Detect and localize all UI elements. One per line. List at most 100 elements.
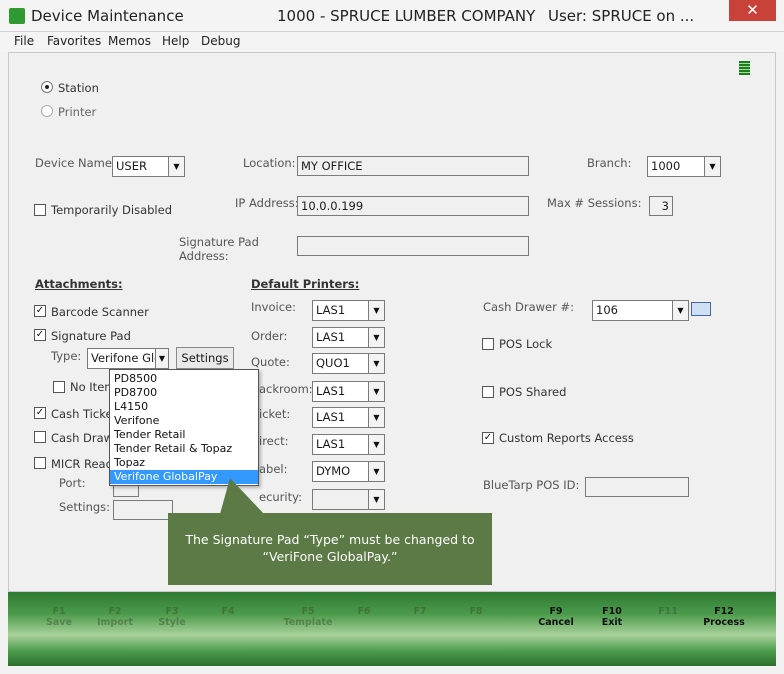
dropdown-option[interactable]: Topaz xyxy=(110,456,258,470)
cash-drawer-number-label: Cash Drawer #: xyxy=(483,300,575,314)
chevron-down-icon[interactable]: ▼ xyxy=(155,349,168,368)
custom-reports-checkbox[interactable]: ✓ xyxy=(482,432,494,444)
chevron-down-icon[interactable]: ▼ xyxy=(672,301,688,320)
attachments-heading: Attachments: xyxy=(35,277,123,291)
grid-icon[interactable] xyxy=(739,61,750,75)
barcode-scanner-checkbox[interactable]: ✓ xyxy=(34,305,46,317)
max-sessions-field[interactable]: 3 xyxy=(649,196,673,216)
printer-label-ticket: icket: xyxy=(259,407,291,421)
printer-radio[interactable] xyxy=(41,105,53,117)
cash-ticket-checkbox[interactable]: ✓ xyxy=(34,407,46,419)
pos-lock-label: POS Lock xyxy=(499,337,553,351)
pos-lock-checkbox[interactable] xyxy=(482,338,494,350)
printer-select-quote[interactable]: QUO1 ▼ xyxy=(312,353,385,374)
chevron-down-icon[interactable]: ▼ xyxy=(368,301,384,320)
printer-label-direct: irect: xyxy=(259,434,289,448)
menu-bar: File Favorites Memos Help Debug xyxy=(0,32,784,52)
ip-address-label: IP Address: xyxy=(235,196,299,210)
temp-disabled-checkbox[interactable] xyxy=(34,204,46,216)
fkey-f11[interactable]: F11 xyxy=(638,606,698,617)
chevron-down-icon[interactable]: ▼ xyxy=(168,157,184,176)
menu-debug[interactable]: Debug xyxy=(201,34,240,48)
dropdown-option[interactable]: Tender Retail & Topaz xyxy=(110,442,258,456)
settings-field[interactable] xyxy=(113,500,173,520)
custom-reports-label: Custom Reports Access xyxy=(499,431,634,445)
dropdown-option[interactable]: Verifone xyxy=(110,414,258,428)
location-label: Location: xyxy=(243,156,296,170)
no-item-checkbox[interactable] xyxy=(53,381,65,393)
sigpad-type-select[interactable]: Verifone Glob ▼ xyxy=(87,348,169,369)
fkey-f10-exit[interactable]: F10 Exit xyxy=(582,606,642,628)
device-name-select[interactable]: USER ▼ xyxy=(112,156,185,177)
dropdown-option[interactable]: Tender Retail xyxy=(110,428,258,442)
printer-select-label[interactable]: DYMO ▼ xyxy=(312,461,385,482)
close-button[interactable]: ✕ xyxy=(729,0,776,21)
close-icon: ✕ xyxy=(746,1,759,19)
bluetarp-label: BlueTarp POS ID: xyxy=(483,478,580,492)
window-title: Device Maintenance xyxy=(31,7,184,25)
bluetarp-field[interactable] xyxy=(585,477,689,497)
type-label: Type: xyxy=(51,349,82,363)
settings-label: Settings: xyxy=(59,500,111,514)
company-name: 1000 - SPRUCE LUMBER COMPANY xyxy=(277,7,536,25)
fkey-f1[interactable]: F1 Save xyxy=(29,606,89,628)
default-printers-heading: Default Printers: xyxy=(251,277,360,291)
fkey-f12-process[interactable]: F12 Process xyxy=(694,606,754,628)
sigpad-address-field[interactable] xyxy=(297,236,529,256)
fkey-f3[interactable]: F3 Style xyxy=(142,606,202,628)
menu-memos[interactable]: Memos xyxy=(108,34,151,48)
chevron-down-icon[interactable]: ▼ xyxy=(368,408,384,427)
chevron-down-icon[interactable]: ▼ xyxy=(704,157,720,176)
station-radio[interactable] xyxy=(41,81,53,93)
device-name-label: Device Name: xyxy=(35,156,116,170)
dropdown-option[interactable]: PD8500 xyxy=(110,372,258,386)
sigpad-settings-button[interactable]: Settings xyxy=(176,347,234,369)
printer-select-backroom[interactable]: LAS1 ▼ xyxy=(312,381,385,402)
chevron-down-icon[interactable]: ▼ xyxy=(368,382,384,401)
printer-label-order: Order: xyxy=(251,329,288,343)
pos-shared-label: POS Shared xyxy=(499,385,567,399)
printer-select-order[interactable]: LAS1 ▼ xyxy=(312,327,385,348)
chevron-down-icon[interactable]: ▼ xyxy=(368,490,384,509)
lookup-icon[interactable] xyxy=(691,302,711,316)
cash-ticket-label: Cash Ticke xyxy=(51,407,113,421)
ip-address-field[interactable]: 10.0.0.199 xyxy=(297,196,529,216)
printer-label-security: ecurity: xyxy=(259,490,302,504)
max-sessions-label: Max # Sessions: xyxy=(547,196,642,210)
fkey-f2[interactable]: F2 Import xyxy=(85,606,145,628)
cash-drawer-checkbox[interactable] xyxy=(34,431,46,443)
chevron-down-icon[interactable]: ▼ xyxy=(368,462,384,481)
callout-line-1: The Signature Pad “Type” must be changed… xyxy=(185,532,475,547)
printer-select-invoice[interactable]: LAS1 ▼ xyxy=(312,300,385,321)
signature-pad-checkbox[interactable]: ✓ xyxy=(34,329,46,341)
fkey-f5[interactable]: F5 Template xyxy=(278,606,338,628)
pos-shared-checkbox[interactable] xyxy=(482,386,494,398)
location-field[interactable]: MY OFFICE xyxy=(297,156,529,176)
printer-select-ticket[interactable]: LAS1 ▼ xyxy=(312,407,385,428)
branch-select[interactable]: 1000 ▼ xyxy=(647,156,721,177)
dropdown-option[interactable]: PD8700 xyxy=(110,386,258,400)
fkey-f4[interactable]: F4 xyxy=(198,606,258,617)
signature-pad-label: Signature Pad xyxy=(51,329,131,343)
menu-help[interactable]: Help xyxy=(162,34,189,48)
printer-select-security[interactable]: ▼ xyxy=(312,489,385,510)
printer-label: Printer xyxy=(58,105,97,119)
station-label: Station xyxy=(58,81,99,95)
printer-select-direct[interactable]: LAS1 ▼ xyxy=(312,434,385,455)
user-label: User: SPRUCE on ... xyxy=(548,7,695,25)
fkey-f8[interactable]: F8 xyxy=(446,606,506,617)
micr-reader-checkbox[interactable] xyxy=(34,457,46,469)
function-key-bar: F1 Save F2 Import F3 Style F4 F5 Template F6… xyxy=(8,592,776,666)
chevron-down-icon[interactable]: ▼ xyxy=(368,435,384,454)
branch-label: Branch: xyxy=(587,156,632,170)
dropdown-option[interactable]: L4150 xyxy=(110,400,258,414)
menu-file[interactable]: File xyxy=(14,34,34,48)
menu-favorites[interactable]: Favorites xyxy=(47,34,101,48)
chevron-down-icon[interactable]: ▼ xyxy=(368,354,384,373)
cash-drawer-number-select[interactable]: 106 ▼ xyxy=(592,300,689,321)
barcode-scanner-label: Barcode Scanner xyxy=(51,305,149,319)
fkey-f6[interactable]: F6 xyxy=(334,606,394,617)
fkey-f7[interactable]: F7 xyxy=(390,606,450,617)
chevron-down-icon[interactable]: ▼ xyxy=(368,328,384,347)
fkey-f9-cancel[interactable]: F9 Cancel xyxy=(526,606,586,628)
